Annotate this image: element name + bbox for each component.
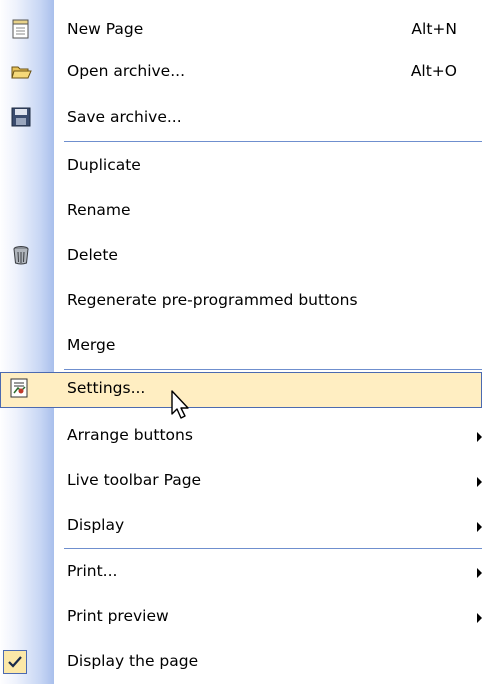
trash-can-icon xyxy=(13,246,29,265)
menu-item-duplicate[interactable]: Duplicate xyxy=(0,152,482,182)
submenu-arrow-icon xyxy=(477,477,482,487)
menu-item-label: New Page xyxy=(67,20,144,38)
menu-item-label: Settings... xyxy=(67,379,146,397)
menu-item-display-the-page[interactable]: Display the page xyxy=(0,648,482,678)
menu-separator xyxy=(64,548,482,549)
menu-item-open-archive[interactable]: Open archive... Alt+O xyxy=(0,58,482,88)
menu-item-save-archive[interactable]: Save archive... xyxy=(0,104,482,134)
menu-item-label: Open archive... xyxy=(67,62,185,80)
menu-item-print-preview[interactable]: Print preview xyxy=(0,603,482,633)
floppy-disk-icon xyxy=(11,107,31,127)
menu-item-new-page[interactable]: New Page Alt+N xyxy=(0,16,482,46)
open-folder-icon xyxy=(11,66,32,79)
menu-item-label: Display xyxy=(67,516,125,534)
checkmark-icon xyxy=(8,656,22,668)
menu-item-label: Arrange buttons xyxy=(67,426,193,444)
settings-sheet-icon xyxy=(10,378,28,398)
menu-item-live-toolbar-page[interactable]: Live toolbar Page xyxy=(0,467,482,497)
submenu-arrow-icon xyxy=(477,568,482,578)
menu-item-rename[interactable]: Rename xyxy=(0,197,482,227)
menu-item-label: Live toolbar Page xyxy=(67,471,202,489)
menu-item-label: Delete xyxy=(67,246,118,264)
menu-item-display[interactable]: Display xyxy=(0,512,482,542)
mouse-pointer-icon xyxy=(171,390,189,419)
submenu-arrow-icon xyxy=(477,613,482,623)
menu-item-settings[interactable]: Settings... xyxy=(0,375,482,405)
menu-item-label: Regenerate pre-programmed buttons xyxy=(67,291,358,309)
shortcut-label: Alt+O xyxy=(410,62,457,80)
menu-item-label: Print... xyxy=(67,562,118,580)
menu-item-label: Rename xyxy=(67,201,131,219)
menu-item-label: Display the page xyxy=(67,652,199,670)
menu-item-label: Merge xyxy=(67,336,116,354)
menu-item-merge[interactable]: Merge xyxy=(0,332,482,362)
menu-item-label: Print preview xyxy=(67,607,169,625)
menu-item-label: Duplicate xyxy=(67,156,141,174)
menu-item-delete[interactable]: Delete xyxy=(0,242,482,272)
menu-separator xyxy=(64,369,482,370)
menu-item-regenerate-buttons[interactable]: Regenerate pre-programmed buttons xyxy=(0,287,482,317)
submenu-arrow-icon xyxy=(477,432,482,442)
submenu-arrow-icon xyxy=(477,522,482,532)
menu-separator xyxy=(64,141,482,142)
menu-item-label: Save archive... xyxy=(67,108,182,126)
menu-item-print[interactable]: Print... xyxy=(0,558,482,588)
shortcut-label: Alt+N xyxy=(411,20,457,38)
menu-item-arrange-buttons[interactable]: Arrange buttons xyxy=(0,422,482,452)
new-page-icon xyxy=(12,19,29,39)
